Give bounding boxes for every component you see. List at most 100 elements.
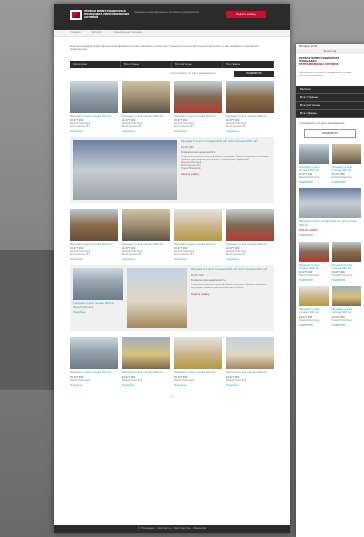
listing-photo[interactable] bbox=[299, 144, 329, 164]
mobile-filter-country[interactable]: Все страны bbox=[296, 94, 364, 102]
listing-more-link[interactable]: Подробнее bbox=[122, 384, 170, 387]
filter-region[interactable]: Все регионы bbox=[172, 61, 223, 68]
listing-card[interactable]: Продается для склада 000 кв² 20 477 000 … bbox=[226, 81, 274, 133]
listing-more-link[interactable]: Подробнее bbox=[226, 130, 274, 133]
listing-more-link[interactable]: Подробнее bbox=[122, 130, 170, 133]
filter-sphere[interactable]: Все сферы bbox=[223, 61, 274, 68]
listing-photo[interactable] bbox=[122, 81, 170, 113]
listing-more-link[interactable]: Подробнее bbox=[174, 384, 222, 387]
mobile-filter-regions[interactable]: Все регионы bbox=[296, 102, 364, 110]
listing-photo[interactable] bbox=[122, 209, 170, 242]
listing-more-link[interactable]: ПОДРОБНЕЕ bbox=[299, 279, 329, 282]
logo-text[interactable]: ПЕРВАЯ ИНВЕСТИЦИОННАЯ ПЛОЩАДКА НЕПРОФИЛЬ… bbox=[84, 10, 132, 19]
mobile-listing-card[interactable]: Продается для склада 000 кв² 20 477 000 … bbox=[331, 144, 362, 184]
listing-title[interactable]: Продается для склада 000 кв² bbox=[226, 115, 274, 118]
sort-select[interactable]: Сортировать по дате размещения bbox=[170, 72, 215, 75]
listing-title[interactable]: Продается для склада 000 кв² bbox=[299, 264, 329, 270]
filter-country[interactable]: Все страны bbox=[121, 61, 172, 68]
listing-photo[interactable] bbox=[226, 209, 274, 242]
breadcrumb-item[interactable]: Главная bbox=[70, 31, 81, 34]
mobile-listing-card[interactable]: Продается для склада 000 кв² 20 477 000 … bbox=[299, 286, 329, 327]
listing-title[interactable]: Продается для склада 000 кв² bbox=[226, 371, 274, 374]
listing-more-link[interactable]: ПОДРОБНЕЕ bbox=[299, 324, 329, 327]
listing-photo[interactable] bbox=[73, 268, 123, 301]
featured-photo[interactable] bbox=[73, 140, 177, 201]
listing-title[interactable]: Продается для склада 000 кв² bbox=[70, 115, 118, 118]
listing-more-link[interactable]: ПОДРОБНЕЕ bbox=[299, 181, 329, 184]
listing-photo[interactable] bbox=[70, 209, 118, 242]
listing-card[interactable]: Продается для склада 000 кв² 20 477 000 … bbox=[70, 337, 118, 387]
submit-request-button[interactable]: Подать заявку bbox=[226, 11, 266, 18]
listing-photo[interactable] bbox=[174, 209, 222, 242]
listing-photo[interactable] bbox=[122, 337, 170, 370]
listing-title[interactable]: Продается для склада 000 кв² bbox=[226, 243, 274, 246]
breadcrumb-item[interactable]: Каталог bbox=[92, 31, 103, 34]
listing-photo[interactable] bbox=[226, 337, 274, 370]
listing-card[interactable]: Продается для склада 000 кв² Низкий Новг… bbox=[73, 268, 123, 328]
listing-title[interactable]: Продается для склада 000 кв² bbox=[174, 243, 222, 246]
listing-title[interactable]: Продается для склада 000 кв² bbox=[332, 308, 362, 314]
listing-more-link[interactable]: Подробнее bbox=[226, 258, 274, 261]
featured-photo[interactable] bbox=[127, 268, 187, 329]
filter-category[interactable]: Категория bbox=[70, 61, 121, 68]
mobile-featured-listing[interactable]: Продается для склада 000 кв² для склада … bbox=[299, 188, 361, 237]
listing-photo[interactable] bbox=[70, 337, 118, 370]
featured-request-button[interactable]: ПОДАТЬ ЗАЯВКУ bbox=[299, 229, 361, 232]
listing-card[interactable]: Продается для склада 000 кв² 20 477 000 … bbox=[122, 81, 170, 133]
listing-title[interactable]: Продается для склада 000 кв² bbox=[299, 166, 329, 172]
featured-request-button[interactable]: Подать заявку bbox=[191, 293, 209, 296]
featured-title[interactable]: Продается для склада 000 кв² для склада … bbox=[191, 268, 271, 272]
listing-more-link[interactable]: Подробнее bbox=[174, 130, 222, 133]
featured-photo-wrap[interactable] bbox=[127, 268, 187, 329]
listing-photo[interactable] bbox=[174, 81, 222, 113]
listing-photo[interactable] bbox=[331, 241, 361, 262]
listing-card[interactable]: Продается для склада 000 кв² 20 477 000 … bbox=[174, 209, 222, 261]
listing-card[interactable]: Продается для склада 000 кв² 20 477 000 … bbox=[174, 81, 222, 133]
listing-more-link[interactable]: ПОДРОБНЕЕ bbox=[332, 279, 362, 282]
listing-photo[interactable] bbox=[226, 81, 274, 113]
featured-photo[interactable] bbox=[299, 188, 361, 219]
pick-button[interactable]: ПОДБИРАТЬ bbox=[234, 71, 274, 77]
mobile-pick-button[interactable]: ПОДБИРАТЬ bbox=[304, 129, 356, 138]
mobile-brand[interactable]: ПЕРВАЯ ИНВЕСТИЦИОННАЯ ПЛОЩАДКА НЕПРОФИЛЬ… bbox=[296, 54, 364, 72]
listing-title[interactable]: Продается для склада 000 кв² bbox=[299, 308, 329, 314]
mobile-filter-region[interactable]: Регион bbox=[296, 86, 364, 94]
listing-more-link[interactable]: ПОДРОБНЕЕ bbox=[332, 324, 362, 327]
listing-title[interactable]: Продается для склада 000 кв² bbox=[122, 115, 170, 118]
listing-title[interactable]: Продается для склада 000 кв² bbox=[70, 371, 118, 374]
listing-title[interactable]: Продается для склада 000 кв² bbox=[122, 371, 170, 374]
listing-title[interactable]: Продается для склада 000 кв² bbox=[332, 166, 362, 172]
listing-more-link[interactable]: Подробнее bbox=[70, 384, 118, 387]
featured-request-button[interactable]: Подать заявку bbox=[181, 173, 199, 176]
listing-photo[interactable] bbox=[299, 286, 329, 307]
mobile-filter-sphere[interactable]: Все сферы bbox=[296, 110, 364, 118]
listing-photo[interactable] bbox=[331, 144, 361, 164]
featured-title[interactable]: Продается для склада 000 кв² для склада … bbox=[299, 220, 361, 226]
listing-card[interactable]: Продается для склада 000 кв² 20 477 000 … bbox=[122, 337, 170, 387]
listing-more-link[interactable]: Подробнее bbox=[226, 384, 274, 387]
listing-card[interactable]: Продается для склада 000 кв² 20 477 000 … bbox=[226, 337, 274, 387]
listing-more-link[interactable]: Подробнее bbox=[174, 258, 222, 261]
featured-photo-wrap[interactable] bbox=[73, 140, 177, 201]
mobile-sort-select[interactable]: Сортировать по дате размещения bbox=[296, 118, 364, 127]
listing-photo[interactable] bbox=[70, 81, 118, 113]
listing-photo[interactable] bbox=[331, 286, 361, 307]
listing-photo[interactable] bbox=[299, 241, 329, 262]
mobile-listing-card[interactable]: Продается для склада 000 кв² 20 477 000 … bbox=[331, 286, 362, 327]
listing-card[interactable]: Продается для склада 000 кв² 20 477 000 … bbox=[70, 209, 118, 261]
mobile-listing-card[interactable]: Продается для склада 000 кв² 20 477 000 … bbox=[331, 241, 362, 282]
listing-more-link[interactable]: ПОДРОБНЕЕ bbox=[332, 181, 362, 184]
listing-title[interactable]: Продается для склада 000 кв² bbox=[70, 243, 118, 246]
breadcrumb-item[interactable]: Специальная техника bbox=[113, 31, 142, 34]
listing-more-link[interactable]: Подробнее bbox=[122, 258, 170, 261]
listing-more-link[interactable]: Подробнее bbox=[70, 130, 118, 133]
listing-title[interactable]: Продается для склада 000 кв² bbox=[332, 264, 362, 270]
featured-more-link[interactable]: ПОДРОБНЕЕ bbox=[299, 234, 361, 237]
listing-title[interactable]: Продается для склада 000 кв² bbox=[174, 115, 222, 118]
listing-title[interactable]: Продается для склада 000 кв² bbox=[122, 243, 170, 246]
listing-title[interactable]: Продается для склада 000 кв² bbox=[174, 371, 222, 374]
listing-photo[interactable] bbox=[174, 337, 222, 370]
mobile-listing-card[interactable]: Продается для склада 000 кв² 20 477 000 … bbox=[299, 241, 329, 282]
listing-card[interactable]: Продается для склада 000 кв² 20 477 000 … bbox=[226, 209, 274, 261]
listing-card[interactable]: Продается для склада 000 кв² 20 477 000 … bbox=[122, 209, 170, 261]
